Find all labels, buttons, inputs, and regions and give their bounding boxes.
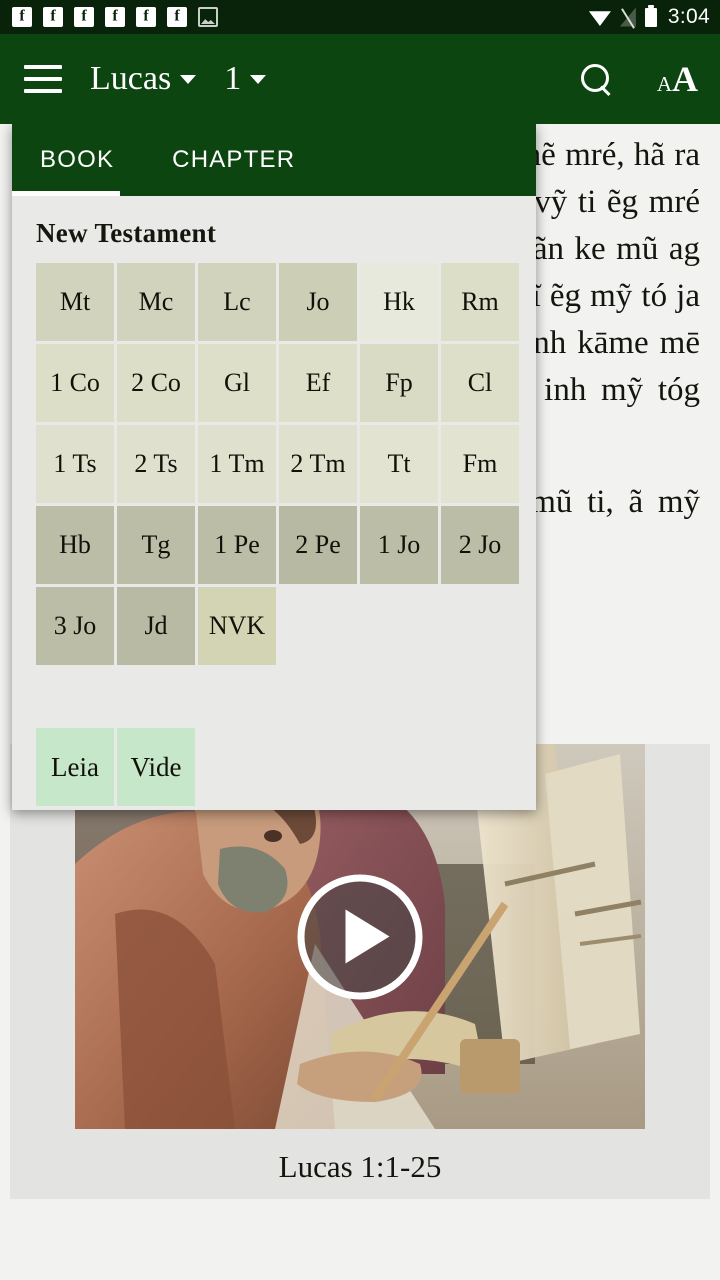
- book-cell[interactable]: Mc: [117, 263, 195, 341]
- lower-content: João Batista mur ke tó 5Kejēn Herodes tó…: [0, 1204, 720, 1280]
- book-cell-label: Hb: [59, 530, 91, 559]
- battery-icon: [644, 4, 657, 27]
- book-cell-label: Jo: [306, 287, 330, 316]
- book-grid: Mt Mc Lc Jo Hk Rm 1 Co 2 Co Gl Ef Fp Cl 1 Ts 2 Ts 1 Tm…: [24, 263, 524, 665]
- facebook-icon: [74, 7, 94, 27]
- book-cell[interactable]: 1 Co: [36, 344, 114, 422]
- action-leia-button[interactable]: Leia: [36, 728, 114, 806]
- book-cell[interactable]: Mt: [36, 263, 114, 341]
- play-button-icon[interactable]: [297, 874, 423, 999]
- book-cell[interactable]: Lc: [198, 263, 276, 341]
- book-cell[interactable]: Gl: [198, 344, 276, 422]
- wifi-icon: [589, 8, 611, 26]
- text-size-icon[interactable]: AA: [657, 61, 698, 97]
- status-bar-clock: 3:04: [667, 5, 710, 28]
- facebook-icon: [136, 7, 156, 27]
- book-cell[interactable]: 1 Tm: [198, 425, 276, 503]
- book-selector-panel: BOOK CHAPTER New Testament Mt Mc Lc Jo Hk Rm 1…: [12, 124, 536, 810]
- play-triangle: [345, 909, 389, 964]
- chapter-selector-button[interactable]: 1: [224, 60, 267, 97]
- facebook-icon: [12, 7, 32, 27]
- book-cell[interactable]: 3 Jo: [36, 587, 114, 665]
- book-cell[interactable]: Fm: [441, 425, 519, 503]
- app-bar: Lucas 1 AA: [0, 34, 720, 124]
- book-cell[interactable]: Cl: [441, 344, 519, 422]
- book-cell-label: 2 Pe: [295, 530, 341, 559]
- book-cell-label: 1 Pe: [214, 530, 260, 559]
- book-cell-label: 2 Tm: [290, 449, 346, 478]
- book-cell-label: Lc: [223, 287, 251, 316]
- book-cell-label: 2 Co: [131, 368, 181, 397]
- book-cell[interactable]: Jo: [279, 263, 357, 341]
- hamburger-menu-icon[interactable]: [24, 65, 62, 93]
- book-cell[interactable]: Tt: [360, 425, 438, 503]
- book-cell[interactable]: NVK: [198, 587, 276, 665]
- active-tab-underline: [12, 191, 120, 196]
- book-cell-label: Rm: [461, 287, 499, 316]
- testament-section-title: New Testament: [36, 218, 217, 248]
- status-bar-notification-icons: [12, 7, 589, 27]
- book-cell-label: Tt: [387, 449, 411, 478]
- book-cell[interactable]: Hk: [360, 263, 438, 341]
- panel-action-row: Leia Vide: [24, 728, 524, 806]
- book-cell[interactable]: 1 Ts: [36, 425, 114, 503]
- book-cell[interactable]: 2 Pe: [279, 506, 357, 584]
- action-vide-button[interactable]: Vide: [117, 728, 195, 806]
- book-cell-label: 2 Jo: [458, 530, 502, 559]
- book-cell-label: 1 Ts: [53, 449, 97, 478]
- book-cell-label: Mt: [59, 287, 91, 316]
- book-cell[interactable]: Tg: [117, 506, 195, 584]
- book-cell-label: 1 Tm: [209, 449, 265, 478]
- panel-body: New Testament Mt Mc Lc Jo Hk Rm 1 Co 2 Co Gl Ef Fp…: [12, 196, 536, 806]
- status-bar: 3:04: [0, 0, 720, 34]
- book-cell-label: Tg: [141, 530, 171, 559]
- book-cell-label: NVK: [208, 611, 266, 640]
- book-cell[interactable]: 2 Jo: [441, 506, 519, 584]
- book-cell-label: 2 Ts: [134, 449, 178, 478]
- book-cell[interactable]: Jd: [117, 587, 195, 665]
- no-sim-icon: [620, 8, 636, 27]
- book-cell-label: Jd: [144, 611, 168, 640]
- current-book-label: Lucas: [90, 60, 172, 97]
- book-cell[interactable]: 2 Ts: [117, 425, 195, 503]
- book-selector-button[interactable]: Lucas: [90, 60, 197, 97]
- book-cell-label: Fm: [462, 449, 498, 478]
- chevron-down-icon: [250, 74, 267, 84]
- book-cell[interactable]: 1 Pe: [198, 506, 276, 584]
- book-cell-label: Ef: [305, 368, 331, 397]
- book-cell-label: Cl: [467, 368, 493, 397]
- action-button-label: Vide: [130, 751, 182, 782]
- book-cell-label: Hk: [383, 287, 415, 316]
- text-size-icon-small-a: A: [656, 72, 672, 96]
- video-caption: Lucas 1:1-25: [278, 1149, 442, 1184]
- app-root: 3:04 Lucas 1 AA Tag ag vỹ ẽg tỹ kanhrãn …: [0, 0, 720, 1280]
- video-card: Lucas 1:1-25: [10, 744, 710, 1199]
- chevron-down-icon: [180, 74, 197, 84]
- current-chapter-label: 1: [224, 60, 242, 97]
- book-cell[interactable]: 1 Jo: [360, 506, 438, 584]
- action-button-label: Leia: [51, 751, 99, 782]
- text-size-icon-large-a: A: [672, 59, 698, 99]
- facebook-icon: [167, 7, 187, 27]
- book-cell-label: 1 Co: [50, 368, 100, 397]
- book-cell[interactable]: 2 Tm: [279, 425, 357, 503]
- tab-book[interactable]: BOOK: [12, 124, 148, 196]
- book-cell[interactable]: Ef: [279, 344, 357, 422]
- book-cell[interactable]: Fp: [360, 344, 438, 422]
- book-cell-label: Fp: [385, 368, 413, 397]
- facebook-icon: [43, 7, 63, 27]
- facebook-icon: [105, 7, 125, 27]
- book-cell[interactable]: 2 Co: [117, 344, 195, 422]
- search-icon[interactable]: [579, 62, 613, 96]
- book-cell-label: Gl: [224, 368, 250, 397]
- book-cell-label: 1 Jo: [377, 530, 421, 559]
- image-icon: [198, 7, 218, 27]
- tab-chapter[interactable]: CHAPTER: [148, 124, 319, 196]
- book-cell-label: Mc: [138, 287, 174, 316]
- book-cell[interactable]: Hb: [36, 506, 114, 584]
- book-cell[interactable]: Rm: [441, 263, 519, 341]
- status-bar-system-icons: 3:04: [589, 4, 710, 29]
- book-cell-label: 3 Jo: [53, 611, 97, 640]
- panel-tab-bar: BOOK CHAPTER: [12, 124, 536, 196]
